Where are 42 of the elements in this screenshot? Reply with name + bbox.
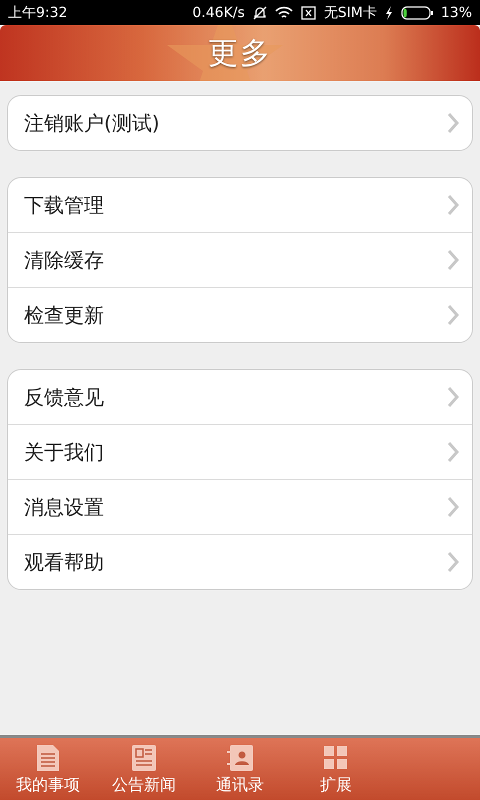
page-title: 更多 xyxy=(208,34,272,72)
chevron-icon xyxy=(446,303,460,327)
chevron-icon xyxy=(446,193,460,217)
chevron-icon xyxy=(446,550,460,574)
settings-item[interactable]: 观看帮助 xyxy=(8,534,472,589)
item-label: 关于我们 xyxy=(24,438,104,466)
tab-item[interactable]: 我的事项 xyxy=(0,738,96,800)
tab-item[interactable]: 扩展 xyxy=(288,738,384,800)
settings-item[interactable]: 消息设置 xyxy=(8,479,472,534)
address-book-icon xyxy=(226,744,254,772)
settings-item[interactable]: 下载管理 xyxy=(8,178,472,232)
item-label: 清除缓存 xyxy=(24,246,104,274)
settings-item[interactable]: 反馈意见 xyxy=(8,370,472,424)
wifi-icon xyxy=(274,6,293,20)
chevron-icon xyxy=(446,248,460,272)
settings-item[interactable]: 注销账户(测试) xyxy=(8,96,472,150)
item-label: 观看帮助 xyxy=(24,548,104,576)
item-label: 消息设置 xyxy=(24,494,104,520)
item-label: 反馈意见 xyxy=(24,384,104,410)
battery-percent: 13% xyxy=(440,4,472,20)
battery-icon xyxy=(400,6,433,20)
muted-bell-icon xyxy=(252,6,267,20)
tab-item[interactable]: 通讯录 xyxy=(192,738,288,800)
grid-icon xyxy=(323,744,349,772)
status-time: 上午9:32 xyxy=(8,4,68,22)
sim-status: 无SIM卡 xyxy=(324,4,377,22)
item-label: 下载管理 xyxy=(24,192,104,218)
item-label: 检查更新 xyxy=(24,302,104,328)
newspaper-icon xyxy=(131,744,157,772)
document-icon xyxy=(35,744,61,772)
no-sim-icon xyxy=(300,6,316,20)
chevron-icon xyxy=(446,440,460,464)
chevron-icon xyxy=(446,111,460,135)
network-speed: 0.46K/s xyxy=(192,4,245,20)
settings-item[interactable]: 关于我们 xyxy=(8,424,472,479)
chevron-icon xyxy=(446,385,460,409)
charging-icon xyxy=(384,6,393,20)
settings-item[interactable]: 检查更新 xyxy=(8,287,472,342)
item-label: 注销账户(测试) xyxy=(24,110,160,136)
chevron-icon xyxy=(446,495,460,519)
tab-item[interactable]: 公告新闻 xyxy=(96,738,192,800)
settings-item[interactable]: 清除缓存 xyxy=(8,232,472,287)
